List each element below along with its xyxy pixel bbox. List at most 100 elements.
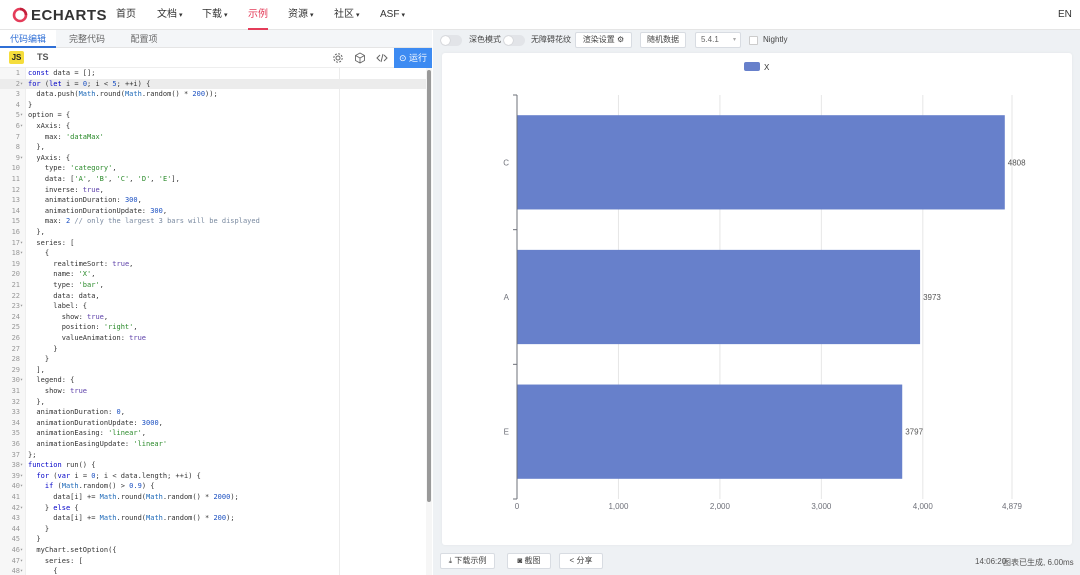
code-line[interactable]: 32 }, [0,397,426,408]
chevron-down-icon: ▾ [224,12,228,19]
cube-icon[interactable] [353,51,367,65]
code-line[interactable]: 45 } [0,534,426,545]
code-line[interactable]: 37}; [0,450,426,461]
editor-tab[interactable]: 完整代码 [58,30,116,48]
bar[interactable] [517,115,1005,210]
code-line[interactable]: 39 ▾ for (var i = 0; i < data.length; ++i… [0,471,426,482]
nav-item[interactable]: 示例 [248,0,268,30]
code-line[interactable]: 19 realtimeSort: true, [0,259,426,270]
code-area[interactable]: 1 const data = []; 2 ▾ for (let i = 0; i < 5… [0,68,432,575]
fold-arrow-icon[interactable]: ▾ [20,248,23,259]
code-line[interactable]: 10 type: 'category', [0,163,426,174]
fold-arrow-icon[interactable]: ▾ [20,121,23,132]
js-language-tab[interactable]: JS [9,51,24,64]
code-line[interactable]: 1 const data = []; [0,68,426,79]
fold-arrow-icon[interactable]: ▾ [20,375,23,386]
code-line[interactable]: 48 ▾ { [0,566,426,575]
editor-tab[interactable]: 代码编辑 [0,30,56,48]
bar[interactable] [517,384,903,479]
code-line[interactable]: 46 ▾ myChart.setOption({ [0,545,426,556]
code-line[interactable]: 44 } [0,524,426,535]
code-line[interactable]: 25 position: 'right', [0,322,426,333]
fold-arrow-icon[interactable]: ▾ [20,471,23,482]
language-switch[interactable]: EN [1058,0,1072,30]
fold-arrow-icon[interactable]: ▾ [20,110,23,121]
gear-icon[interactable] [331,51,345,65]
code-line[interactable]: 12 inverse: true, [0,185,426,196]
code-line[interactable]: 26 valueAnimation: true [0,333,426,344]
code-line[interactable]: 7 max: 'dataMax' [0,132,426,143]
code-line[interactable]: 33 animationDuration: 0, [0,407,426,418]
fold-arrow-icon[interactable]: ▾ [20,153,23,164]
accessibility-toggle[interactable] [503,35,525,46]
version-select[interactable]: 5.4.1 ▾ [695,32,741,48]
code-line[interactable]: 41 data[i] += Math.round(Math.random() *… [0,492,426,503]
ts-language-tab[interactable]: TS [37,51,49,64]
editor-tab[interactable]: 配置项 [116,30,172,48]
fold-arrow-icon[interactable]: ▾ [20,556,23,567]
code-line[interactable]: 38 ▾ function run() { [0,460,426,471]
code-line[interactable]: 27 } [0,344,426,355]
legend-label[interactable]: X [764,63,770,72]
nightly-checkbox[interactable] [749,36,758,45]
code-icon[interactable] [375,51,389,65]
nav-item[interactable]: 社区 ▾ [334,0,360,30]
code-line[interactable]: 21 type: 'bar', [0,280,426,291]
code-line[interactable]: 23 ▾ label: { [0,301,426,312]
fold-arrow-icon[interactable]: ▾ [20,566,23,575]
code-line[interactable]: 42 ▾ } else { [0,503,426,514]
nav-item[interactable]: 首页 [116,0,136,30]
bar-chart[interactable]: 0 1,000 2,000 3,000 4,000 4,879 C 4808 A 3973 E 379… [442,53,1072,545]
nav-item[interactable]: 文档 ▾ [157,0,183,30]
code-line[interactable]: 28 } [0,354,426,365]
code-line[interactable]: 17 ▾ series: [ [0,238,426,249]
fold-arrow-icon[interactable]: ▾ [20,460,23,471]
render-settings-button[interactable]: 渲染设置 ⚙ [575,32,632,48]
code-line[interactable]: 22 data: data, [0,291,426,302]
editor-scrollbar-thumb[interactable] [427,70,431,502]
code-line[interactable]: 2 ▾ for (let i = 0; i < 5; ++i) { [0,78,426,90]
fold-arrow-icon[interactable]: ▾ [20,238,23,249]
code-line[interactable]: 3 data.push(Math.round(Math.random() * 2… [0,89,426,100]
code-line[interactable]: 18 ▾ { [0,248,426,259]
fold-arrow-icon[interactable]: ▾ [20,545,23,556]
nav-item[interactable]: 资源 ▾ [288,0,314,30]
code-line[interactable]: 20 name: 'X', [0,269,426,280]
fold-arrow-icon[interactable]: ▾ [20,79,23,90]
code-line[interactable]: 9 ▾ yAxis: { [0,153,426,164]
screenshot-button[interactable]: ◙ 截图 [507,553,551,569]
code-line[interactable]: 11 data: ['A', 'B', 'C', 'D', 'E'], [0,174,426,185]
bar[interactable] [517,249,921,345]
code-line[interactable]: 34 animationDurationUpdate: 3000, [0,418,426,429]
code-line[interactable]: 36 animationEasingUpdate: 'linear' [0,439,426,450]
dark-mode-toggle[interactable] [440,35,462,46]
code-line[interactable]: 40 ▾ if (Math.random() > 0.9) { [0,481,426,492]
code-line[interactable]: 15 max: 2 // only the largest 3 bars wil… [0,216,426,227]
code-line[interactable]: 29 ], [0,365,426,376]
code-line[interactable]: 13 animationDuration: 300, [0,195,426,206]
nav-item[interactable]: 下载 ▾ [202,0,228,30]
fold-arrow-icon[interactable]: ▾ [20,301,23,312]
code-line[interactable]: 24 show: true, [0,312,426,323]
code-line[interactable]: 14 animationDurationUpdate: 300, [0,206,426,217]
code-line[interactable]: 4} [0,100,426,111]
download-example-button[interactable]: ⤓ 下载示例 [440,553,495,569]
random-data-button[interactable]: 随机数据 [640,32,686,48]
code-line[interactable]: 6 ▾ xAxis: { [0,121,426,132]
code-line[interactable]: 16 }, [0,227,426,238]
fold-arrow-icon[interactable]: ▾ [20,503,23,514]
code-line[interactable]: 43 data[i] += Math.round(Math.random() *… [0,513,426,524]
code-line[interactable]: 30 ▾ legend: { [0,375,426,386]
fold-arrow-icon[interactable]: ▾ [20,481,23,492]
share-button[interactable]: < 分享 [559,553,603,569]
code-line[interactable]: 8 }, [0,142,426,153]
echarts-logo[interactable]: ECHARTS [12,6,107,24]
code-line[interactable]: 35 animationEasing: 'linear', [0,428,426,439]
run-button[interactable]: ⊙ 运行 [394,48,432,68]
legend-swatch[interactable] [744,62,760,71]
code-line[interactable]: 31 show: true [0,386,426,397]
code-line[interactable]: 5 ▾ option = { [0,110,426,121]
code-text: if (Math.random() > 0.9) { [44,482,155,491]
code-line[interactable]: 47 ▾ series: [ [0,556,426,567]
nav-item[interactable]: ASF ▾ [380,0,405,30]
